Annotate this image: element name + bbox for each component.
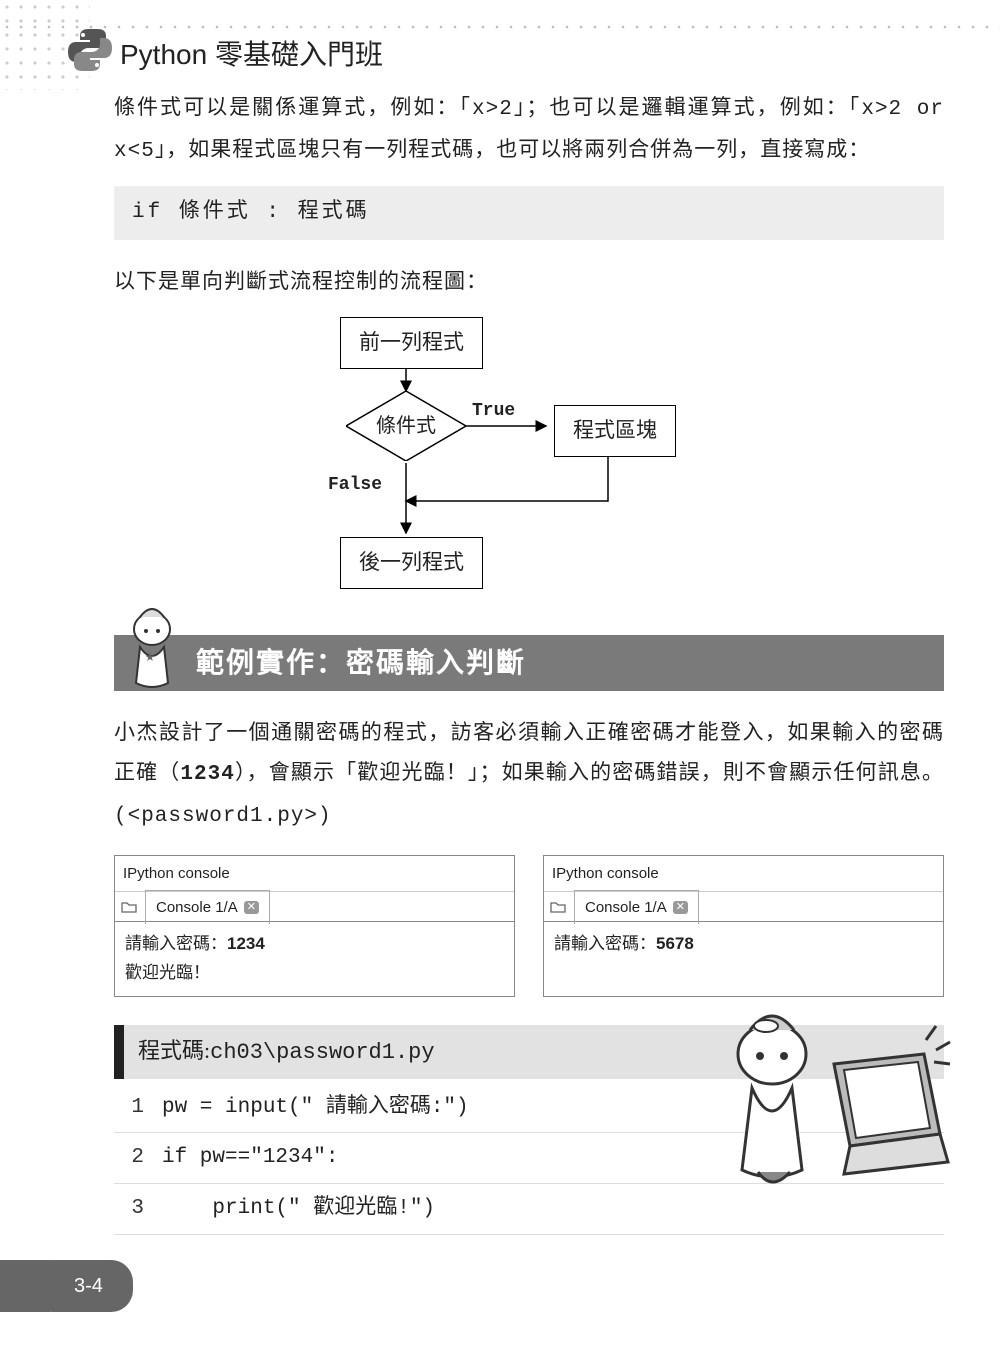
code-header-label: 程式碼:	[138, 1038, 210, 1063]
console-tab[interactable]: Console 1/A ✕	[145, 890, 270, 924]
console-output-prefix: 請輸入密碼：	[554, 934, 656, 953]
console-tab-label: Console 1/A	[156, 894, 238, 921]
cartoon-character-icon: ★	[110, 605, 190, 691]
console-output-line2: 歡迎光臨！	[125, 963, 210, 982]
example-paragraph: 小杰設計了一個通關密碼的程式，訪客必須輸入正確密碼才能登入，如果輸入的密碼正確（…	[114, 713, 944, 837]
folder-icon	[121, 899, 137, 915]
flow-true-label: True	[472, 395, 515, 427]
console-output-pw: 1234	[227, 934, 265, 953]
console-right: IPython console Console 1/A ✕ 請輸入密碼：5678	[543, 855, 944, 997]
console-header: IPython console	[544, 856, 943, 892]
intro-text: 」，如果程式區塊只有一列程式碼，也可以將兩列合併為一列，直接寫成：	[155, 138, 871, 161]
console-output-prefix: 請輸入密碼：	[125, 934, 227, 953]
console-body: 請輸入密碼：5678	[544, 922, 943, 980]
folder-icon	[550, 899, 566, 915]
console-body: 請輸入密碼：1234 歡迎光臨！	[115, 922, 514, 996]
page-title: Python 零基礎入門班	[120, 30, 383, 80]
flow-condition-label: 條件式	[346, 391, 466, 461]
close-icon[interactable]: ✕	[673, 901, 688, 914]
flow-block-box: 程式區塊	[554, 405, 676, 457]
flow-bottom-box: 後一列程式	[340, 537, 483, 589]
flowchart: 前一列程式 條件式 True False 程式區塊 後一列程式	[114, 311, 944, 601]
flow-condition-diamond: 條件式	[346, 391, 466, 461]
example-text: ），會顯示「歡迎光臨！」；如果輸入的密碼錯誤，則不會顯示任何訊息。	[235, 761, 944, 784]
console-left: IPython console Console 1/A ✕ 請輸入密碼：1234…	[114, 855, 515, 997]
intro-text: 條件式可以是關係運算式，例如：「	[114, 96, 472, 119]
console-header: IPython console	[115, 856, 514, 892]
flow-false-label: False	[328, 469, 382, 501]
line-code: print(" 歡迎光臨!")	[162, 1190, 435, 1228]
close-icon[interactable]: ✕	[244, 901, 259, 914]
code-snippet-box: if 條件式 : 程式碼	[114, 186, 944, 240]
line-number: 3	[114, 1190, 162, 1228]
svg-text:★: ★	[145, 650, 156, 664]
console-output-pw: 5678	[656, 934, 694, 953]
console-tab[interactable]: Console 1/A ✕	[574, 890, 699, 924]
expr1: x>2	[472, 98, 513, 121]
section-header: ★ 範例實作：密碼輸入判斷	[114, 635, 944, 691]
example-filename: (<password1.py>)	[114, 805, 332, 828]
intro-text: 」；也可以是邏輯運算式，例如：「	[513, 96, 862, 119]
section-title: 範例實作：密碼輸入判斷	[196, 638, 526, 688]
code-header-path: ch03\password1.py	[210, 1040, 434, 1065]
cartoon-laptop-icon	[694, 984, 954, 1194]
line-code: if pw=="1234":	[162, 1139, 338, 1177]
flow-top-box: 前一列程式	[340, 317, 483, 369]
example-pw: 1234	[180, 763, 234, 786]
python-logo-icon	[66, 26, 114, 74]
page-number: 3-4	[30, 1260, 133, 1312]
line-number: 2	[114, 1139, 162, 1177]
intro-paragraph-2: 以下是單向判斷式流程控制的流程圖：	[114, 262, 944, 302]
intro-paragraph-1: 條件式可以是關係運算式，例如：「x>2」；也可以是邏輯運算式，例如：「x>2 o…	[114, 88, 944, 172]
console-tab-label: Console 1/A	[585, 894, 667, 921]
line-number: 1	[114, 1089, 162, 1127]
line-code: pw = input(" 請輸入密碼:")	[162, 1089, 469, 1127]
